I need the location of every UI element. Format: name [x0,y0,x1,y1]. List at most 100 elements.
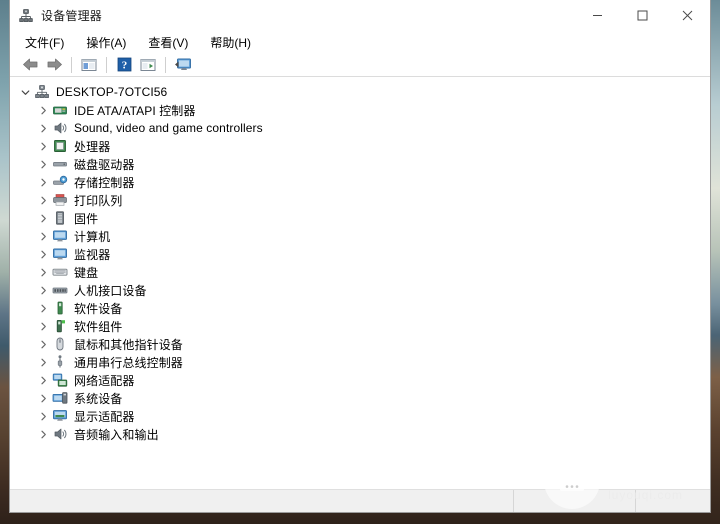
network-adapter-icon [52,372,68,388]
chevron-right-icon[interactable] [36,265,50,279]
software-device-icon [52,300,68,316]
tree-node-display-adapters[interactable]: 显示适配器 [10,407,710,425]
mouse-icon [52,336,68,352]
tree-node-sound-video-game-controllers[interactable]: Sound, video and game controllers [10,119,710,137]
tree-node-label: 磁盘驱动器 [74,157,135,172]
menu-file[interactable]: 文件(F) [23,33,66,52]
back-button[interactable] [19,55,41,75]
title-bar[interactable]: 设备管理器 [10,0,710,32]
tree-node-label: 网络适配器 [74,373,135,388]
forward-arrow-icon [47,58,62,71]
chevron-right-icon[interactable] [36,193,50,207]
menu-help[interactable]: 帮助(H) [208,33,253,52]
tree-node-storage-controllers[interactable]: 存储控制器 [10,173,710,191]
tree-node-firmware[interactable]: 固件 [10,209,710,227]
tree-node-monitors[interactable]: 监视器 [10,245,710,263]
tree-node-mice-and-pointing-devices[interactable]: 鼠标和其他指针设备 [10,335,710,353]
chevron-right-icon[interactable] [36,229,50,243]
scan-hardware-changes-button[interactable] [172,55,194,75]
device-manager-icon [18,8,34,24]
processor-icon [52,138,68,154]
toolbar: ? [10,53,710,77]
tree-node-root[interactable]: DESKTOP-7OTCI56 [10,83,710,101]
close-button[interactable] [665,0,710,31]
storage-controller-icon [52,174,68,190]
keyboard-icon [52,264,68,280]
printer-icon [52,192,68,208]
tree-node-software-devices[interactable]: 软件设备 [10,299,710,317]
chevron-right-icon[interactable] [36,157,50,171]
tree-node-computer[interactable]: 计算机 [10,227,710,245]
forward-button[interactable] [43,55,65,75]
tree-node-label: 固件 [74,211,99,226]
tree-node-software-components[interactable]: 软件组件 [10,317,710,335]
maximize-icon [637,10,648,21]
tree-node-label: 软件设备 [74,301,123,316]
chevron-right-icon[interactable] [36,121,50,135]
tree-node-human-interface-devices[interactable]: 人机接口设备 [10,281,710,299]
scan-hardware-changes-icon [175,58,191,70]
chevron-right-icon[interactable] [36,319,50,333]
disk-drive-icon [52,156,68,172]
chevron-right-icon[interactable] [36,373,50,387]
toolbar-separator-2 [106,56,107,73]
chevron-right-icon[interactable] [36,427,50,441]
minimize-icon [593,15,602,16]
tree-node-disk-drives[interactable]: 磁盘驱动器 [10,155,710,173]
chevron-right-icon[interactable] [36,247,50,261]
svg-text:?: ? [121,60,127,72]
status-pane-2 [514,490,636,512]
tree-node-processors[interactable]: 处理器 [10,137,710,155]
device-tree-panel[interactable]: DESKTOP-7OTCI56 IDE ATA/ATAPI 控制器 Sound,… [10,77,710,489]
usb-icon [52,354,68,370]
chevron-right-icon[interactable] [36,211,50,225]
monitor-icon [52,228,68,244]
chevron-right-icon[interactable] [36,139,50,153]
tree-node-label: 键盘 [74,265,99,280]
minimize-button[interactable] [575,0,620,31]
tree-node-keyboards[interactable]: 键盘 [10,263,710,281]
chevron-right-icon[interactable] [36,175,50,189]
chevron-down-icon[interactable] [18,85,32,99]
tree-node-root-label: DESKTOP-7OTCI56 [56,85,168,99]
software-component-icon [52,318,68,334]
chevron-right-icon[interactable] [36,283,50,297]
chevron-right-icon[interactable] [36,355,50,369]
tree-node-label: 软件组件 [74,319,123,334]
maximize-button[interactable] [620,0,665,31]
chevron-right-icon[interactable] [36,103,50,117]
tree-node-audio-inputs-outputs[interactable]: 音频输入和输出 [10,425,710,443]
hid-icon [52,282,68,298]
tree-node-label: 处理器 [74,139,111,154]
tree-node-label: 打印队列 [74,193,123,208]
audio-io-icon [52,426,68,442]
back-arrow-icon [22,58,37,71]
menu-view[interactable]: 查看(V) [146,33,190,52]
chevron-right-icon[interactable] [36,301,50,315]
menu-action[interactable]: 操作(A) [84,33,128,52]
help-question-icon: ? [117,57,131,72]
tree-node-label: 系统设备 [74,391,123,406]
tree-node-label: 显示适配器 [74,409,135,424]
chevron-right-icon[interactable] [36,337,50,351]
tree-node-system-devices[interactable]: 系统设备 [10,389,710,407]
monitor-icon [52,246,68,262]
tree-node-print-queues[interactable]: 打印队列 [10,191,710,209]
display-adapter-icon [52,408,68,424]
system-device-icon [52,390,68,406]
status-pane-3 [636,490,710,512]
show-hide-console-tree-icon [81,58,97,71]
help-button[interactable]: ? [113,55,135,75]
chevron-right-icon[interactable] [36,409,50,423]
tree-node-usb-controllers[interactable]: 通用串行总线控制器 [10,353,710,371]
tree-node-network-adapters[interactable]: 网络适配器 [10,371,710,389]
tree-node-label: 监视器 [74,247,111,262]
properties-button[interactable] [137,55,159,75]
tree-node-label: Sound, video and game controllers [74,121,263,135]
tree-node-ide-controllers[interactable]: IDE ATA/ATAPI 控制器 [10,101,710,119]
tree-node-label: IDE ATA/ATAPI 控制器 [74,103,196,118]
tree-node-label: 计算机 [74,229,111,244]
chevron-right-icon[interactable] [36,391,50,405]
firmware-icon [52,210,68,226]
show-hide-console-tree-button[interactable] [78,55,100,75]
